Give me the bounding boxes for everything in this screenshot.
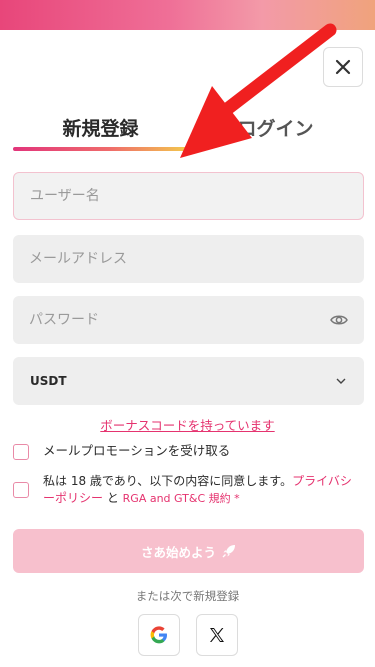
eye-icon[interactable] — [330, 312, 348, 328]
rga-terms-link[interactable]: RGA and GT&C 規約 — [123, 492, 231, 505]
required-asterisk: * — [230, 492, 240, 505]
promo-checkbox-row: メールプロモーションを受け取る — [13, 442, 230, 460]
currency-value: USDT — [30, 374, 67, 388]
username-input[interactable] — [14, 173, 363, 219]
top-banner — [0, 0, 375, 30]
x-signup-button[interactable] — [196, 614, 238, 656]
active-tab-indicator — [13, 147, 188, 151]
tab-register[interactable]: 新規登録 — [13, 110, 188, 144]
google-icon — [150, 626, 167, 644]
submit-label: さあ始めよう — [140, 545, 216, 560]
google-signup-button[interactable] — [138, 614, 180, 656]
terms-prefix: 私は 18 歳であり、以下の内容に同意します。 — [43, 474, 293, 488]
chevron-down-icon — [336, 378, 346, 384]
tab-login[interactable]: ログイン — [188, 110, 363, 144]
auth-tabs: 新規登録 ログイン — [13, 110, 363, 152]
x-icon — [210, 628, 224, 642]
terms-and: と — [103, 491, 123, 505]
username-field — [13, 172, 364, 220]
promo-checkbox[interactable] — [13, 444, 29, 460]
alt-signup-text: または次で新規登録 — [135, 589, 240, 603]
close-icon — [335, 59, 351, 75]
close-button[interactable] — [323, 47, 363, 87]
currency-select[interactable]: USDT — [13, 357, 364, 405]
submit-button[interactable]: さあ始めよう — [13, 529, 364, 573]
password-field — [13, 296, 364, 344]
promo-label: メールプロモーションを受け取る — [43, 443, 231, 458]
terms-text: 私は 18 歳であり、以下の内容に同意します。プライバシーポリシー と RGA … — [43, 473, 363, 507]
terms-checkbox-row: 私は 18 歳であり、以下の内容に同意します。プライバシーポリシー と RGA … — [13, 473, 363, 507]
password-input[interactable] — [13, 296, 364, 344]
terms-checkbox[interactable] — [13, 482, 29, 498]
email-input[interactable] — [13, 235, 364, 283]
email-field — [13, 235, 364, 283]
rocket-icon — [222, 545, 235, 558]
bonus-code-link[interactable]: ボーナスコードを持っています — [0, 415, 375, 434]
